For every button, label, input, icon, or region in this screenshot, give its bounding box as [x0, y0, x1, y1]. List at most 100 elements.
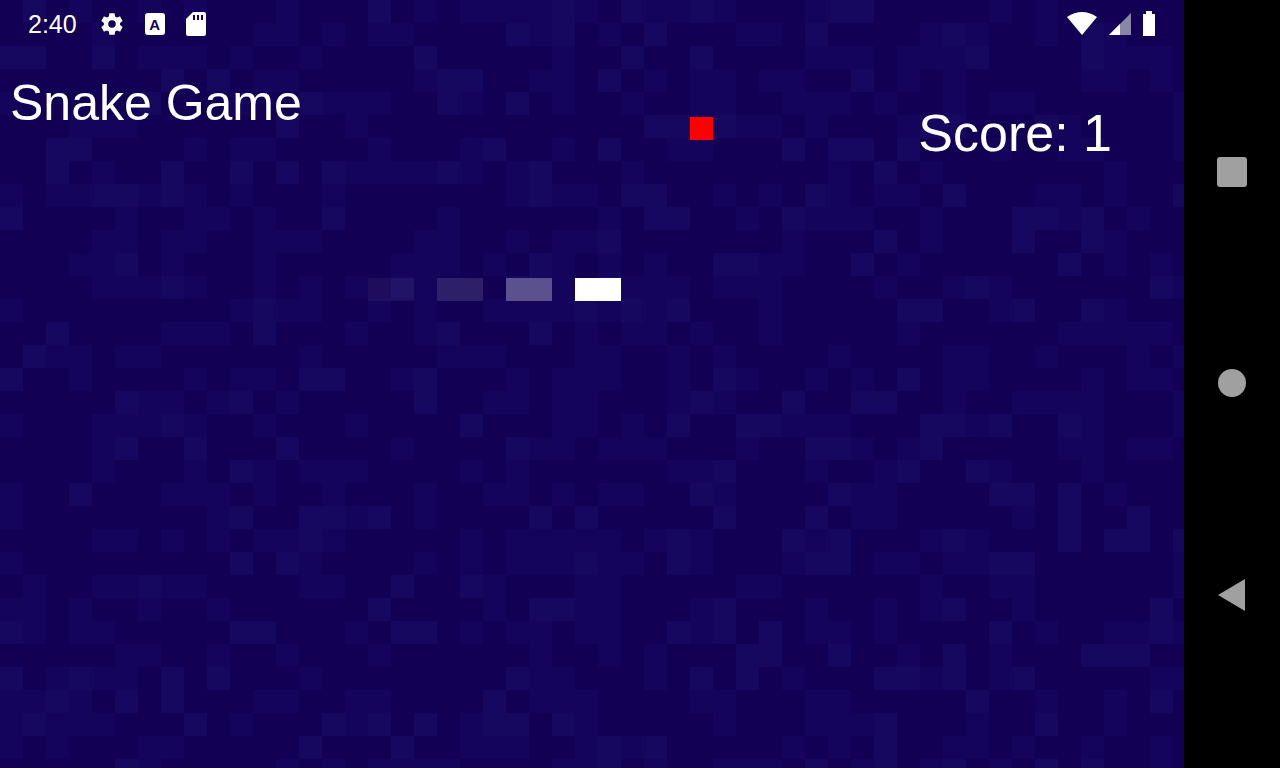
background-cell: [368, 713, 391, 736]
background-cell: [736, 437, 759, 460]
background-cell: [115, 437, 138, 460]
background-cell: [414, 506, 437, 529]
background-cell: [989, 299, 1012, 322]
background-cell: [874, 391, 897, 414]
background-cell: [1127, 437, 1150, 460]
game-area[interactable]: 2:40ASnake GameScore: 1: [0, 0, 1184, 768]
background-cell: [598, 253, 621, 276]
background-cell: [713, 460, 736, 483]
home-circle-icon[interactable]: [1217, 368, 1247, 398]
background-cell: [1150, 621, 1173, 644]
background-cell: [920, 161, 943, 184]
background-cell: [115, 184, 138, 207]
background-cell: [161, 529, 184, 552]
background-cell: [161, 483, 184, 506]
background-cell: [23, 621, 46, 644]
background-cell: [552, 690, 575, 713]
background-cell: [115, 529, 138, 552]
recents-square-icon[interactable]: [1216, 156, 1248, 188]
background-cell: [621, 414, 644, 437]
background-cell: [1012, 483, 1035, 506]
background-cell: [1058, 483, 1081, 506]
background-cell: [207, 598, 230, 621]
background-cell: [690, 598, 713, 621]
background-cell: [322, 368, 345, 391]
background-cell: [230, 138, 253, 161]
background-cell: [598, 483, 621, 506]
background-cell: [115, 575, 138, 598]
background-cell: [207, 483, 230, 506]
background-cell: [966, 23, 989, 46]
background-cell: [414, 46, 437, 69]
background-cell: [483, 345, 506, 368]
background-cell: [322, 92, 345, 115]
background-cell: [828, 552, 851, 575]
background-cell: [207, 322, 230, 345]
background-cell: [529, 322, 552, 345]
background-cell: [92, 437, 115, 460]
background-cell: [1058, 529, 1081, 552]
background-cell: [966, 460, 989, 483]
background-cell: [736, 253, 759, 276]
background-cell: [92, 667, 115, 690]
background-cell: [989, 621, 1012, 644]
background-cell: [644, 736, 667, 759]
background-cell: [690, 92, 713, 115]
background-cell: [943, 552, 966, 575]
background-cell: [1104, 69, 1127, 92]
background-cell: [828, 736, 851, 759]
background-cell: [1035, 184, 1058, 207]
background-cell: [414, 253, 437, 276]
background-cell: [575, 621, 598, 644]
game-title: Snake Game: [10, 73, 302, 133]
background-cell: [322, 460, 345, 483]
background-cell: [943, 276, 966, 299]
background-cell: [989, 759, 1012, 768]
background-cell: [575, 736, 598, 759]
background-cell: [897, 322, 920, 345]
background-cell: [345, 115, 368, 138]
phone-screen: 2:40ASnake GameScore: 1: [0, 0, 1280, 768]
background-cell: [437, 69, 460, 92]
background-cell: [552, 437, 575, 460]
background-cell: [874, 483, 897, 506]
background-cell: [207, 644, 230, 667]
background-cell: [1104, 230, 1127, 253]
back-triangle-icon[interactable]: [1217, 578, 1247, 612]
background-cell: [1150, 736, 1173, 759]
background-cell: [552, 230, 575, 253]
background-cell: [1035, 621, 1058, 644]
background-cell: [1127, 207, 1150, 230]
background-cell: [598, 138, 621, 161]
background-cell: [759, 621, 782, 644]
background-cell: [598, 345, 621, 368]
background-cell: [506, 0, 529, 23]
background-cell: [598, 23, 621, 46]
background-cell: [874, 598, 897, 621]
background-cell: [989, 414, 1012, 437]
background-cell: [345, 161, 368, 184]
background-cell: [1081, 207, 1104, 230]
background-cell: [621, 0, 644, 23]
background-cell: [1035, 391, 1058, 414]
background-cell: [414, 391, 437, 414]
background-cell: [23, 713, 46, 736]
background-cell: [575, 713, 598, 736]
background-cell: [1173, 115, 1184, 138]
background-cell: [851, 0, 874, 23]
background-cell: [161, 667, 184, 690]
background-cell: [805, 115, 828, 138]
background-cell: [23, 598, 46, 621]
background-cell: [552, 299, 575, 322]
background-cell: [506, 23, 529, 46]
background-cell: [207, 506, 230, 529]
background-cell: [115, 276, 138, 299]
background-cell: [299, 667, 322, 690]
background-cell: [483, 598, 506, 621]
background-cell: [1173, 529, 1184, 552]
background-cell: [161, 391, 184, 414]
background-cell: [0, 552, 23, 575]
background-cell: [184, 46, 207, 69]
background-cell: [851, 69, 874, 92]
background-cell: [529, 667, 552, 690]
